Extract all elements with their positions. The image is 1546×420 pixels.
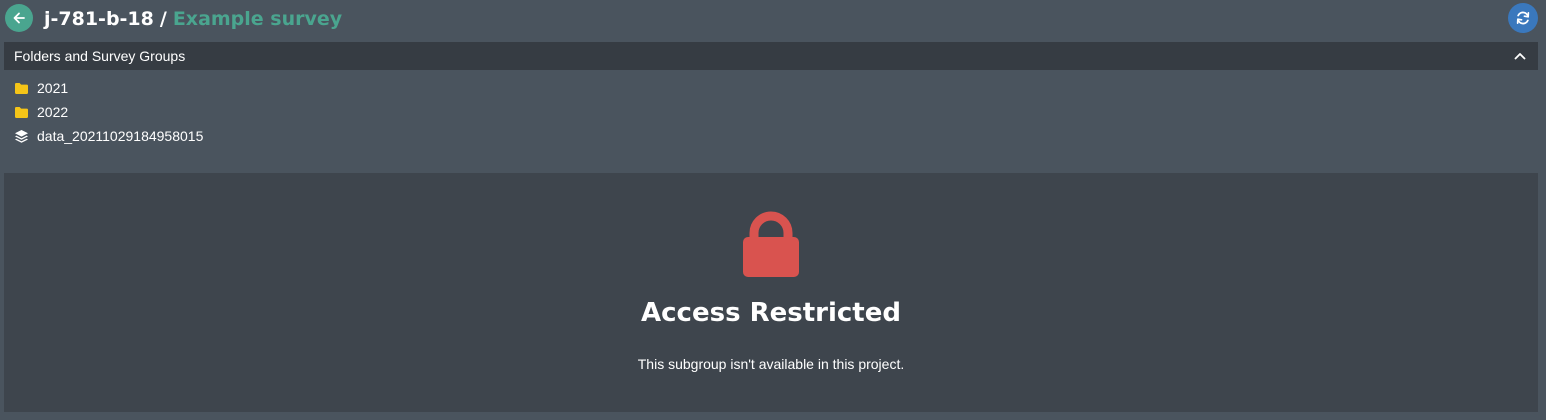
folder-icon	[13, 80, 29, 96]
tree-item-label: data_20211029184958015	[37, 128, 204, 144]
folder-icon	[13, 104, 29, 120]
arrow-left-icon	[13, 12, 25, 24]
tree-item-folder[interactable]: 2022	[13, 100, 203, 124]
breadcrumb: j-781-b-18 / Example survey	[44, 6, 342, 32]
folders-panel-header[interactable]: Folders and Survey Groups	[4, 42, 1538, 70]
refresh-button[interactable]	[1508, 3, 1538, 33]
tree-item-folder[interactable]: 2021	[13, 76, 203, 100]
tree-item-survey-group[interactable]: data_20211029184958015	[13, 124, 203, 148]
tree-item-label: 2022	[37, 104, 69, 120]
project-name: j-781-b-18	[44, 8, 154, 30]
restricted-message: This subgroup isn't available in this pr…	[637, 356, 905, 372]
top-bar: j-781-b-18 / Example survey	[0, 0, 1546, 38]
breadcrumb-separator: /	[159, 8, 167, 30]
survey-name[interactable]: Example survey	[173, 8, 342, 30]
lock-icon	[743, 211, 799, 277]
refresh-icon	[1516, 11, 1530, 25]
panel-title: Folders and Survey Groups	[14, 48, 186, 64]
restricted-title: Access Restricted	[641, 298, 901, 328]
access-restricted-panel	[4, 173, 1538, 412]
folder-tree: 2021 2022 data_20211029184958015	[13, 76, 203, 148]
back-button[interactable]	[5, 4, 33, 32]
collapse-button[interactable]	[1512, 48, 1528, 64]
tree-item-label: 2021	[37, 80, 69, 96]
layers-icon	[13, 128, 29, 144]
chevron-up-icon	[1514, 53, 1526, 60]
